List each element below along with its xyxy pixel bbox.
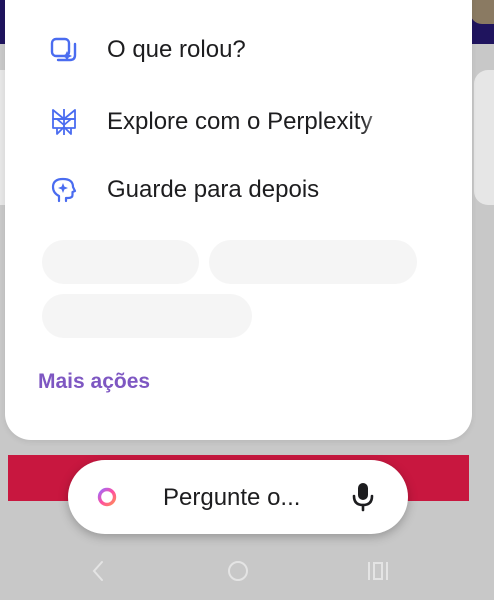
system-navigation-bar [0,540,494,600]
background-card [474,70,494,205]
ask-assistant-bar[interactable]: Pergunte o... [68,460,408,534]
assistant-ring-icon [96,486,118,508]
news-spark-icon [49,35,79,65]
menu-item-what-happened[interactable]: O que rolou? [5,25,472,75]
more-actions-link[interactable]: Mais ações [38,370,150,394]
microphone-icon[interactable] [351,481,375,513]
menu-item-label: Guarde para depois [107,176,320,203]
home-icon[interactable] [218,556,258,586]
brain-spark-icon [49,175,79,205]
menu-item-label: O que rolou? [107,36,246,63]
loading-placeholder [209,240,417,284]
loading-placeholder [42,294,252,338]
menu-item-explore-perplexity[interactable]: Explore com o Perplexity [5,97,472,147]
actions-sheet: O que rolou? Explore com o Perplexity Gu… [5,0,472,440]
background-thumbnail [470,0,494,24]
menu-item-label: Explore com o Perplexity [107,108,373,135]
back-icon[interactable] [78,556,118,586]
menu-item-label-clip: Explore com o Perplexity [107,108,395,136]
perplexity-icon [49,107,79,137]
recents-icon[interactable] [358,556,398,586]
menu-item-save-for-later[interactable]: Guarde para depois [5,165,472,215]
loading-placeholder [42,240,199,284]
ask-bar-text: Pergunte o... [163,484,301,511]
